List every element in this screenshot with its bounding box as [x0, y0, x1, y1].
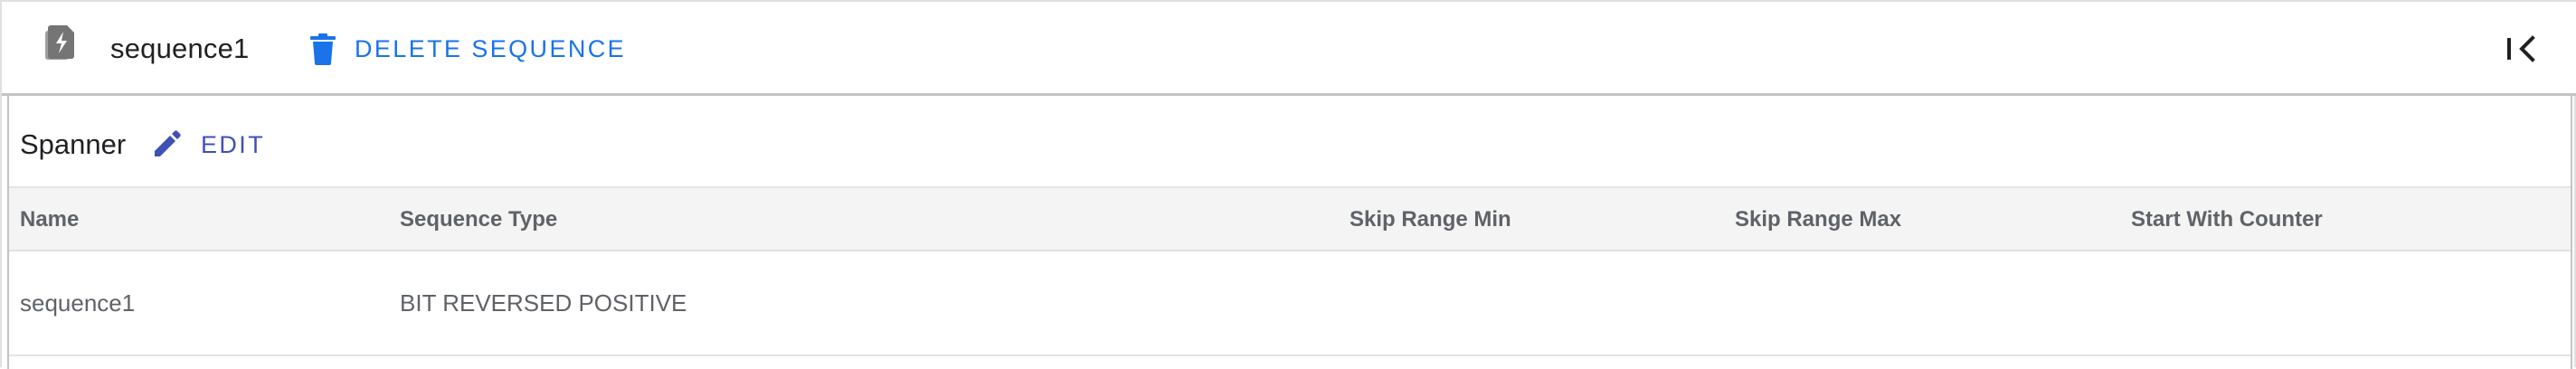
- table-row[interactable]: sequence1 BIT REVERSED POSITIVE: [9, 251, 2571, 356]
- trash-icon: [310, 33, 336, 65]
- column-header-skip-range-max[interactable]: Skip Range Max: [1735, 188, 1901, 251]
- column-header-name[interactable]: Name: [20, 188, 79, 251]
- sequence-details-panel: sequence1 DELETE SEQUENCE Spanner EDIT N…: [0, 0, 2576, 369]
- column-header-skip-range-min[interactable]: Skip Range Min: [1350, 188, 1511, 251]
- table-header-row: Name Sequence Type Skip Range Min Skip R…: [9, 186, 2571, 251]
- pencil-icon: [155, 130, 181, 156]
- delete-sequence-label: DELETE SEQUENCE: [355, 34, 627, 62]
- column-header-start-with-counter[interactable]: Start With Counter: [2131, 188, 2323, 251]
- sequence-icon: [45, 25, 74, 60]
- sequence-table: Name Sequence Type Skip Range Min Skip R…: [9, 186, 2571, 356]
- page-title: sequence1: [110, 33, 250, 64]
- delete-sequence-button[interactable]: DELETE SEQUENCE: [304, 25, 631, 72]
- cell-sequence-type: BIT REVERSED POSITIVE: [400, 289, 687, 317]
- card-title: Spanner: [20, 128, 127, 160]
- table-body: sequence1 BIT REVERSED POSITIVE: [9, 251, 2571, 356]
- cell-name: sequence1: [20, 289, 136, 317]
- spanner-card: Spanner EDIT Name Sequence Type Skip Ran…: [7, 96, 2572, 369]
- column-header-sequence-type[interactable]: Sequence Type: [400, 188, 557, 251]
- edit-label: EDIT: [201, 130, 266, 158]
- panel-header: sequence1 DELETE SEQUENCE: [2, 2, 2576, 96]
- collapse-left-icon[interactable]: [2502, 29, 2542, 69]
- edit-button[interactable]: EDIT: [148, 123, 269, 166]
